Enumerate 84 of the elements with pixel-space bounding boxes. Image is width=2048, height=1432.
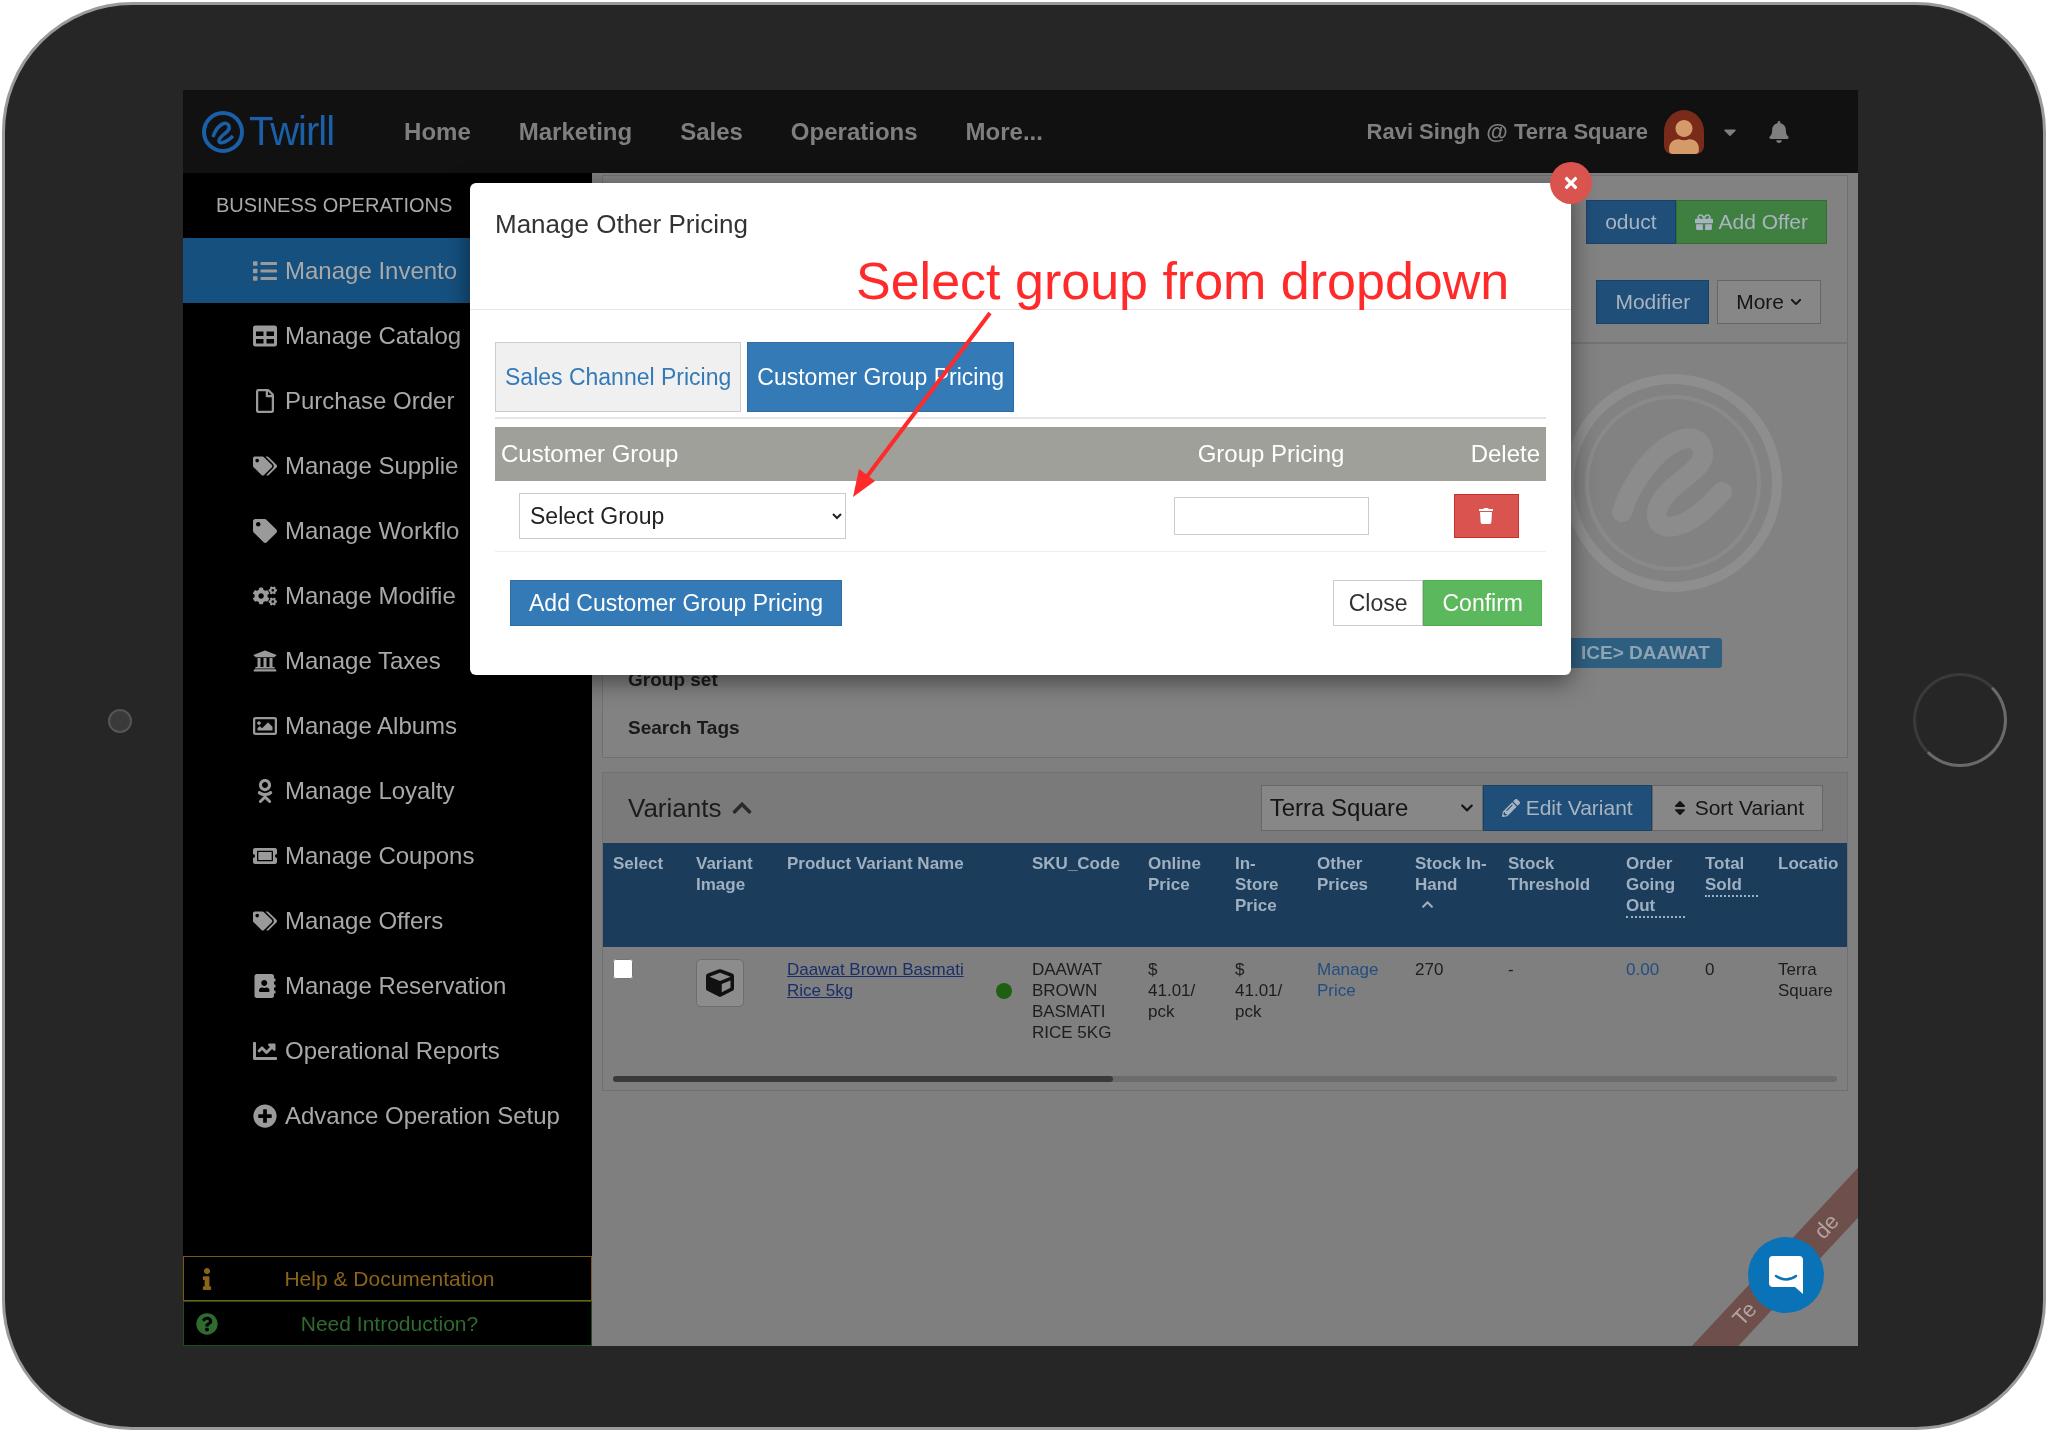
help-link[interactable]: Help & Documentation (183, 1256, 592, 1301)
sidebar-item[interactable]: Manage Loyalty (183, 758, 592, 823)
table-cell: 270 (1415, 960, 1444, 979)
category-tag: ICE> DAAWAT (1569, 638, 1722, 668)
scrollbar[interactable] (613, 1076, 1837, 1082)
table-cell: Terra Square (1778, 960, 1833, 1000)
tags-icon (253, 908, 277, 933)
logo-icon (201, 109, 245, 154)
list-icon (253, 258, 277, 283)
chat-icon (1769, 1256, 1803, 1294)
price-input[interactable] (1173, 497, 1369, 535)
variant-name-link[interactable]: Daawat Brown Basmati Rice 5kg (787, 959, 992, 1001)
annotation-text: Select group from dropdown (856, 251, 1510, 311)
column-header: Customer Group (501, 440, 679, 468)
user-name: Ravi Singh @ Terra Square (1366, 118, 1648, 145)
bank-icon (253, 648, 277, 673)
tags-icon (253, 453, 277, 478)
toolbar-button[interactable]: oduct (1586, 200, 1676, 244)
field-label: Search Tags (628, 717, 741, 739)
dialog-title: Manage Other Pricing (495, 209, 748, 239)
tag-icon (253, 518, 277, 543)
chevron-down-icon (1790, 296, 1802, 308)
field-label: Group set (628, 669, 719, 691)
sidebar-item[interactable]: Manage Taxes (183, 628, 592, 693)
gift-icon (1694, 213, 1713, 231)
avatar[interactable] (1664, 109, 1704, 154)
table-cell: 0 (1705, 960, 1715, 979)
add-pricing-button[interactable]: Add Customer Group Pricing (510, 580, 842, 626)
sidebar-item[interactable]: Advance Operation Setup (183, 1083, 592, 1148)
toolbar-button[interactable]: More (1717, 280, 1821, 324)
ribbon-text: de (1808, 1208, 1845, 1245)
table-icon (253, 323, 277, 348)
column-header: Select (613, 853, 664, 874)
trash-icon (1478, 508, 1494, 524)
column-header: In-Store Price (1235, 853, 1280, 916)
group-select[interactable]: Select Group (519, 493, 846, 539)
section-title: Variants (628, 792, 722, 824)
variant-button[interactable]: Edit Variant (1482, 785, 1652, 831)
variant-button[interactable]: Sort Variant (1651, 785, 1823, 831)
sidebar-item[interactable]: Manage Coupons (183, 823, 592, 888)
table-cell: $ 41.01/ pck (1235, 960, 1283, 1021)
column-header: Other Prices (1317, 853, 1370, 895)
sidebar-title: BUSINESS OPERATIONS (216, 193, 453, 218)
sidebar-item[interactable]: Operational Reports (183, 1018, 592, 1083)
column-header: SKU_Code (1032, 853, 1120, 874)
bell-icon[interactable] (1768, 120, 1790, 143)
document-icon (253, 388, 277, 413)
camera-icon (108, 709, 132, 733)
column-header: Delete (1470, 440, 1540, 468)
table-cell: DAAWAT BROWN BASMATI RICE 5KG (1032, 960, 1112, 1042)
cube-icon (706, 969, 734, 997)
column-header: Stock Threshold (1508, 853, 1592, 895)
column-header: Online Price (1148, 853, 1202, 895)
delete-button[interactable] (1453, 494, 1519, 538)
ribbon-text: Te (1727, 1296, 1763, 1332)
question-icon (196, 1312, 218, 1335)
nav-link[interactable]: Marketing (518, 117, 633, 146)
table-cell: - (1508, 960, 1514, 979)
column-header: Group Pricing (1197, 440, 1345, 468)
home-button[interactable] (1913, 673, 2007, 767)
nav-link[interactable]: Home (404, 117, 471, 146)
status-dot (996, 983, 1012, 999)
gears-icon (253, 583, 277, 608)
logo-text: Twirll (249, 109, 335, 154)
location-select[interactable]: Terra Square (1260, 785, 1483, 831)
plus-icon (253, 1103, 277, 1128)
table-cell: $ 41.01/ pck (1148, 960, 1196, 1021)
close-button[interactable]: Close (1332, 580, 1424, 626)
pencil-icon (1501, 799, 1520, 817)
toolbar-button[interactable]: Modifier (1596, 280, 1710, 324)
tab[interactable]: Sales Channel Pricing (495, 342, 742, 412)
row-checkbox[interactable] (613, 959, 633, 979)
column-header: Product Variant Name (787, 853, 964, 874)
contact-card-icon (253, 973, 277, 998)
sort-icon[interactable] (1421, 898, 1434, 911)
nav-link[interactable]: Operations (790, 117, 918, 146)
column-header: Locatio (1778, 853, 1839, 874)
sidebar-item[interactable]: Manage Albums (183, 693, 592, 758)
column-header: Variant Image (696, 853, 754, 895)
introduction-link[interactable]: Need Introduction? (183, 1301, 592, 1346)
nav-link[interactable]: Sales (680, 117, 743, 146)
sidebar-item[interactable]: Manage Offers (183, 888, 592, 953)
nav-link[interactable]: More... (965, 117, 1043, 146)
sidebar-item[interactable]: Manage Reservation (183, 953, 592, 1018)
